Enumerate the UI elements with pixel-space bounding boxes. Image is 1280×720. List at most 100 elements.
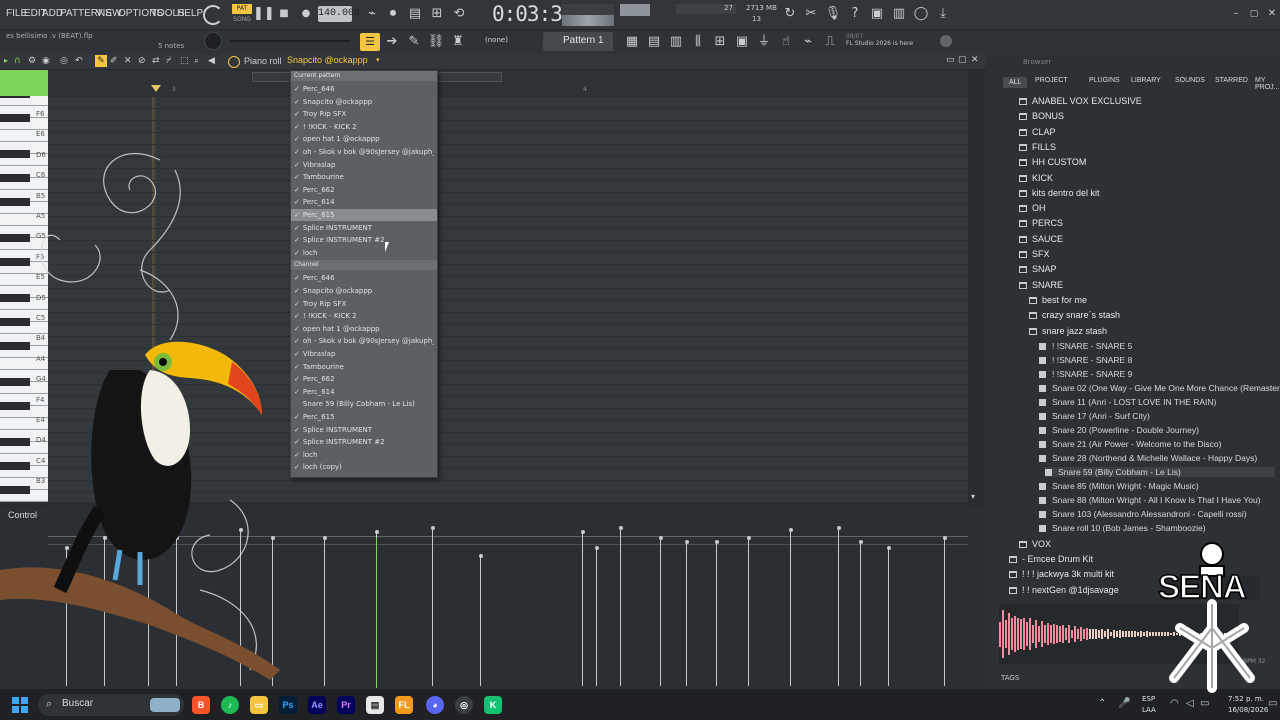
velocity-handle[interactable] [788, 528, 793, 532]
magnet-icon[interactable]: ∩ [14, 56, 21, 66]
browser-file[interactable]: Snare 21 (Air Power - Welcome to the Dis… [1039, 439, 1221, 449]
browser-file[interactable]: Snare 17 (Anri - Surf City) [1039, 411, 1150, 421]
pause-icon[interactable]: ❚❚ [253, 5, 275, 23]
browser-folder[interactable]: SNARE [1019, 280, 1063, 290]
dropdown-item[interactable]: ✓ Snapcito @ockappp [294, 96, 434, 108]
undo-tool-icon[interactable]: ↶ [75, 56, 83, 66]
browser-tab[interactable]: ALL [1003, 77, 1028, 88]
browser-file[interactable]: Snare 59 (Billy Cobham - Le Lis) [1045, 466, 1275, 477]
browser-file[interactable]: Snare 20 (Powerline - Double Journey) [1039, 425, 1199, 435]
velocity-handle[interactable] [322, 536, 327, 540]
browser-file[interactable]: ! !SNARE - SNARE 5 [1039, 341, 1132, 351]
pr-maximize-icon[interactable]: ▢ [958, 55, 967, 65]
scroll-down-icon[interactable]: ▾ [971, 492, 975, 501]
browser-folder[interactable]: CLAP [1019, 127, 1056, 137]
metronome-icon[interactable]: ⌁ [362, 5, 382, 23]
browser-tab[interactable]: PROJECT [1035, 77, 1068, 84]
pr-close-icon[interactable]: ✕ [971, 55, 979, 65]
velocity-bar[interactable] [620, 528, 621, 686]
select-tool-icon[interactable]: ⬚ [180, 56, 189, 66]
dropdown-item[interactable]: ✓ Perc_614 [294, 196, 434, 208]
dropdown-item[interactable]: ✓ Splice INSTRUMENT #2 [294, 436, 434, 448]
browser-folder[interactable]: ! ! nextGen @1djsavage [1009, 585, 1119, 595]
browser-folder[interactable]: OH [1019, 203, 1046, 213]
dropdown-item[interactable]: ✓ Tambourine [294, 361, 434, 373]
dropdown-item[interactable]: ✓ Splice INSTRUMENT #2 [294, 234, 434, 246]
dropdown-item[interactable]: ✓ Splice INSTRUMENT [294, 222, 434, 234]
velocity-bar[interactable] [748, 538, 749, 686]
stamp-tool-icon[interactable]: ⚙ [28, 56, 36, 66]
menu-help[interactable]: HELP [177, 8, 203, 19]
dropdown-item[interactable]: ✓ Perc_615 [294, 411, 434, 423]
browser-folder[interactable]: - Emcee Drum Kit [1009, 554, 1093, 564]
pattern-selector[interactable]: Pattern 1 [543, 32, 613, 51]
playback-tool-icon[interactable]: ◀ [208, 56, 215, 66]
dropdown-item[interactable]: ✓Snare 59 (Billy Cobham - Le Lis) [294, 398, 434, 410]
delete-tool-icon[interactable]: ✕ [124, 56, 132, 66]
browser-tab[interactable]: PLUGINS [1089, 77, 1120, 84]
dropdown-item[interactable]: ✓ Perc_615 [291, 209, 437, 221]
export-icon[interactable]: ▥ [889, 5, 909, 23]
velocity-handle[interactable] [684, 540, 689, 544]
help-icon[interactable]: ? [845, 5, 865, 23]
browser-tab[interactable]: LIBRARY [1131, 77, 1161, 84]
windows-start-icon[interactable] [12, 697, 28, 713]
mic-icon[interactable]: 🎙 [823, 5, 843, 23]
dropdown-item[interactable]: ✓! !KICK - KICK 2 [294, 121, 434, 133]
pencil-icon[interactable]: ✎ [404, 33, 424, 51]
browser-file[interactable]: Snare 85 (Milton Wright - Magic Music) [1039, 481, 1199, 491]
dropdown-item[interactable]: ✓ Snapcito @ockappp [294, 285, 434, 297]
link-icon[interactable]: ⛓ [426, 33, 446, 51]
bandlab-icon[interactable]: K [484, 696, 502, 714]
mute-tool-icon[interactable]: ⊘ [138, 56, 146, 66]
tempo-display[interactable]: 140.000 [318, 6, 360, 22]
step-edit-icon[interactable]: ⊞ [427, 5, 447, 23]
browser-folder[interactable]: ANABEL VOX EXCLUSIVE [1019, 96, 1142, 106]
playlist-icon[interactable]: ▦ [622, 33, 642, 51]
dropdown-item[interactable]: ✓ Perc_662 [294, 373, 434, 385]
dropdown-item[interactable]: ✓ open hat 1 @ockappp [294, 133, 434, 145]
countdown-icon[interactable]: ▤ [405, 5, 425, 23]
taskbar-search[interactable]: ⌕ Buscar [38, 694, 184, 716]
browser-folder[interactable]: FILLS [1019, 142, 1056, 152]
explorer-icon[interactable]: ▭ [250, 696, 268, 714]
piano-roll-menu-icon[interactable]: ▸ [4, 56, 8, 65]
wait-icon[interactable]: ⏺ [383, 5, 403, 23]
velocity-handle[interactable] [430, 526, 435, 530]
arrow-right-icon[interactable]: ➔ [382, 33, 402, 51]
dropdown-item[interactable]: ✓ Vibraslap [294, 348, 434, 360]
dropdown-item[interactable]: ✓ oh - Skok v bok @90sJersey @jakuph_ [294, 335, 434, 347]
refresh-icon[interactable] [203, 5, 223, 25]
plugin-db-icon[interactable]: ⊞ [710, 33, 730, 51]
velocity-handle[interactable] [942, 536, 947, 540]
slip-tool-icon[interactable]: ⇄ [152, 56, 160, 66]
browser-file[interactable]: Snare 103 (Alessandro Alessandroni - Cap… [1039, 509, 1247, 519]
minimize-icon[interactable]: – [1226, 5, 1246, 23]
plug-icon[interactable]: ⏚ [754, 33, 774, 51]
velocity-bar[interactable] [596, 548, 597, 686]
brave-icon[interactable]: B [192, 696, 210, 714]
browser-tab[interactable]: STARRED [1215, 77, 1248, 84]
channel-rack-icon[interactable]: ▥ [666, 33, 686, 51]
cart-icon[interactable]: ⎍ [820, 33, 840, 51]
news-text[interactable]: FL Studio 2026 is here [846, 40, 928, 47]
zoom-tool-icon[interactable]: ⌕ [194, 56, 199, 66]
browser-folder[interactable]: kits dentro del kit [1019, 188, 1100, 198]
velocity-bar[interactable] [582, 532, 583, 686]
discord-icon[interactable]: ◕ [426, 696, 444, 714]
loop-tool-icon[interactable]: ◎ [60, 56, 68, 66]
browser-folder[interactable]: PERCS [1019, 218, 1063, 228]
browser-file[interactable]: Snare 02 (One Way - Give Me One More Cha… [1039, 383, 1280, 393]
cut-icon[interactable]: ✂ [801, 5, 821, 23]
browser-folder[interactable]: ! ! ! jackwya 3k multi kit [1009, 569, 1114, 579]
maximize-icon[interactable]: ▢ [1244, 5, 1264, 23]
velocity-handle[interactable] [580, 530, 585, 534]
fl-studio-icon[interactable]: FL [395, 696, 413, 714]
language-secondary[interactable]: LAA [1142, 706, 1156, 714]
dropdown-item[interactable]: ✓ loch [294, 247, 434, 259]
selected-velocity-bar[interactable] [376, 538, 377, 688]
velocity-bar[interactable] [838, 528, 839, 686]
velocity-handle[interactable] [618, 526, 623, 530]
snap-select[interactable]: (none) [485, 36, 508, 44]
loop-record-icon[interactable]: ⟲ [449, 5, 469, 23]
